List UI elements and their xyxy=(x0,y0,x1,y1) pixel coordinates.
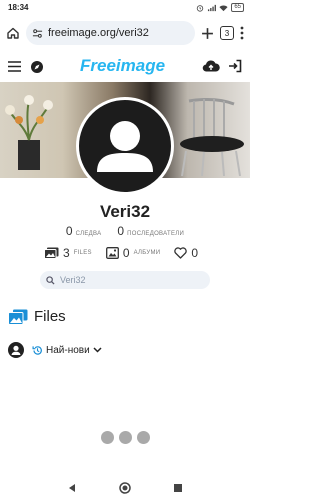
files-section-heading: Files xyxy=(8,308,66,325)
loading-dot xyxy=(101,431,114,444)
files-images-icon xyxy=(8,309,28,325)
profile-username: Veri32 xyxy=(99,202,151,221)
following-label: СЛЕДВА xyxy=(75,231,102,237)
following-link[interactable]: 0 СЛЕДВА xyxy=(66,224,102,238)
avatar[interactable] xyxy=(76,97,174,195)
home-icon[interactable] xyxy=(6,26,20,40)
recents-icon[interactable] xyxy=(173,483,183,493)
heart-icon xyxy=(174,247,188,259)
loading-indicator xyxy=(101,431,150,444)
cover-chair-graphic xyxy=(180,98,244,176)
url-text[interactable]: freeimage.org/veri32 xyxy=(48,27,149,39)
site-logo[interactable]: Freeimage xyxy=(80,56,165,76)
search-placeholder: Veri32 xyxy=(60,275,86,285)
signal-icon xyxy=(208,4,217,11)
address-bar[interactable]: freeimage.org/veri32 xyxy=(26,21,195,45)
status-icons: 65 xyxy=(196,3,244,12)
files-count: 3 xyxy=(63,246,70,260)
new-tab-icon[interactable] xyxy=(201,27,214,40)
explore-compass-icon[interactable] xyxy=(30,60,44,74)
sort-dropdown[interactable]: Най-нови xyxy=(32,345,102,356)
home-circle-icon[interactable] xyxy=(119,482,131,494)
content-stats: 3 FILES 0 АЛБУМИ 0 xyxy=(44,246,224,260)
header-actions xyxy=(202,59,242,73)
likes-stat-link[interactable]: 0 xyxy=(174,246,198,260)
site-settings-icon[interactable] xyxy=(32,28,43,39)
albums-label: АЛБУМИ xyxy=(133,250,161,256)
followers-count: 0 xyxy=(117,224,125,238)
owner-avatar-icon[interactable] xyxy=(8,342,24,358)
followers-label: ПОСЛЕДОВАТЕЛИ xyxy=(127,231,185,237)
system-nav-bar xyxy=(0,476,250,500)
tabs-count-button[interactable]: 3 xyxy=(220,26,234,40)
files-heading-text: Files xyxy=(34,308,66,325)
sort-label: Най-нови xyxy=(46,344,90,356)
site-header: Freeimage xyxy=(0,52,250,82)
browser-toolbar: freeimage.org/veri32 3 xyxy=(0,18,250,48)
album-icon xyxy=(105,247,119,259)
loading-dot xyxy=(119,431,132,444)
status-bar: 18:34 65 xyxy=(0,0,250,16)
sign-in-icon[interactable] xyxy=(228,59,242,73)
loading-dot xyxy=(137,431,150,444)
history-icon xyxy=(32,345,42,355)
sort-row: Най-нови xyxy=(8,342,102,358)
default-user-icon xyxy=(97,121,153,172)
back-icon[interactable] xyxy=(67,483,77,493)
battery-indicator: 65 xyxy=(231,3,244,12)
status-time: 18:34 xyxy=(8,3,29,12)
files-label: FILES xyxy=(73,250,92,256)
search-icon xyxy=(46,275,55,285)
chevron-down-icon xyxy=(93,347,102,353)
followers-link[interactable]: 0 ПОСЛЕДОВАТЕЛИ xyxy=(117,224,184,238)
wifi-icon xyxy=(219,4,228,11)
following-count: 0 xyxy=(65,224,73,238)
images-icon xyxy=(44,247,59,259)
files-stat-link[interactable]: 3 FILES xyxy=(44,246,92,260)
more-menu-icon[interactable] xyxy=(240,26,244,40)
alarm-icon xyxy=(197,4,204,12)
follow-stats: 0 СЛЕДВА 0 ПОСЛЕДОВАТЕЛИ xyxy=(0,224,250,238)
hamburger-menu-icon[interactable] xyxy=(8,61,21,72)
profile-search-input[interactable]: Veri32 xyxy=(40,271,210,289)
cover-plant-graphic xyxy=(5,95,53,170)
upload-cloud-icon[interactable] xyxy=(202,59,220,73)
likes-count: 0 xyxy=(191,246,199,260)
albums-stat-link[interactable]: 0 АЛБУМИ xyxy=(105,246,161,260)
albums-count: 0 xyxy=(122,246,130,260)
